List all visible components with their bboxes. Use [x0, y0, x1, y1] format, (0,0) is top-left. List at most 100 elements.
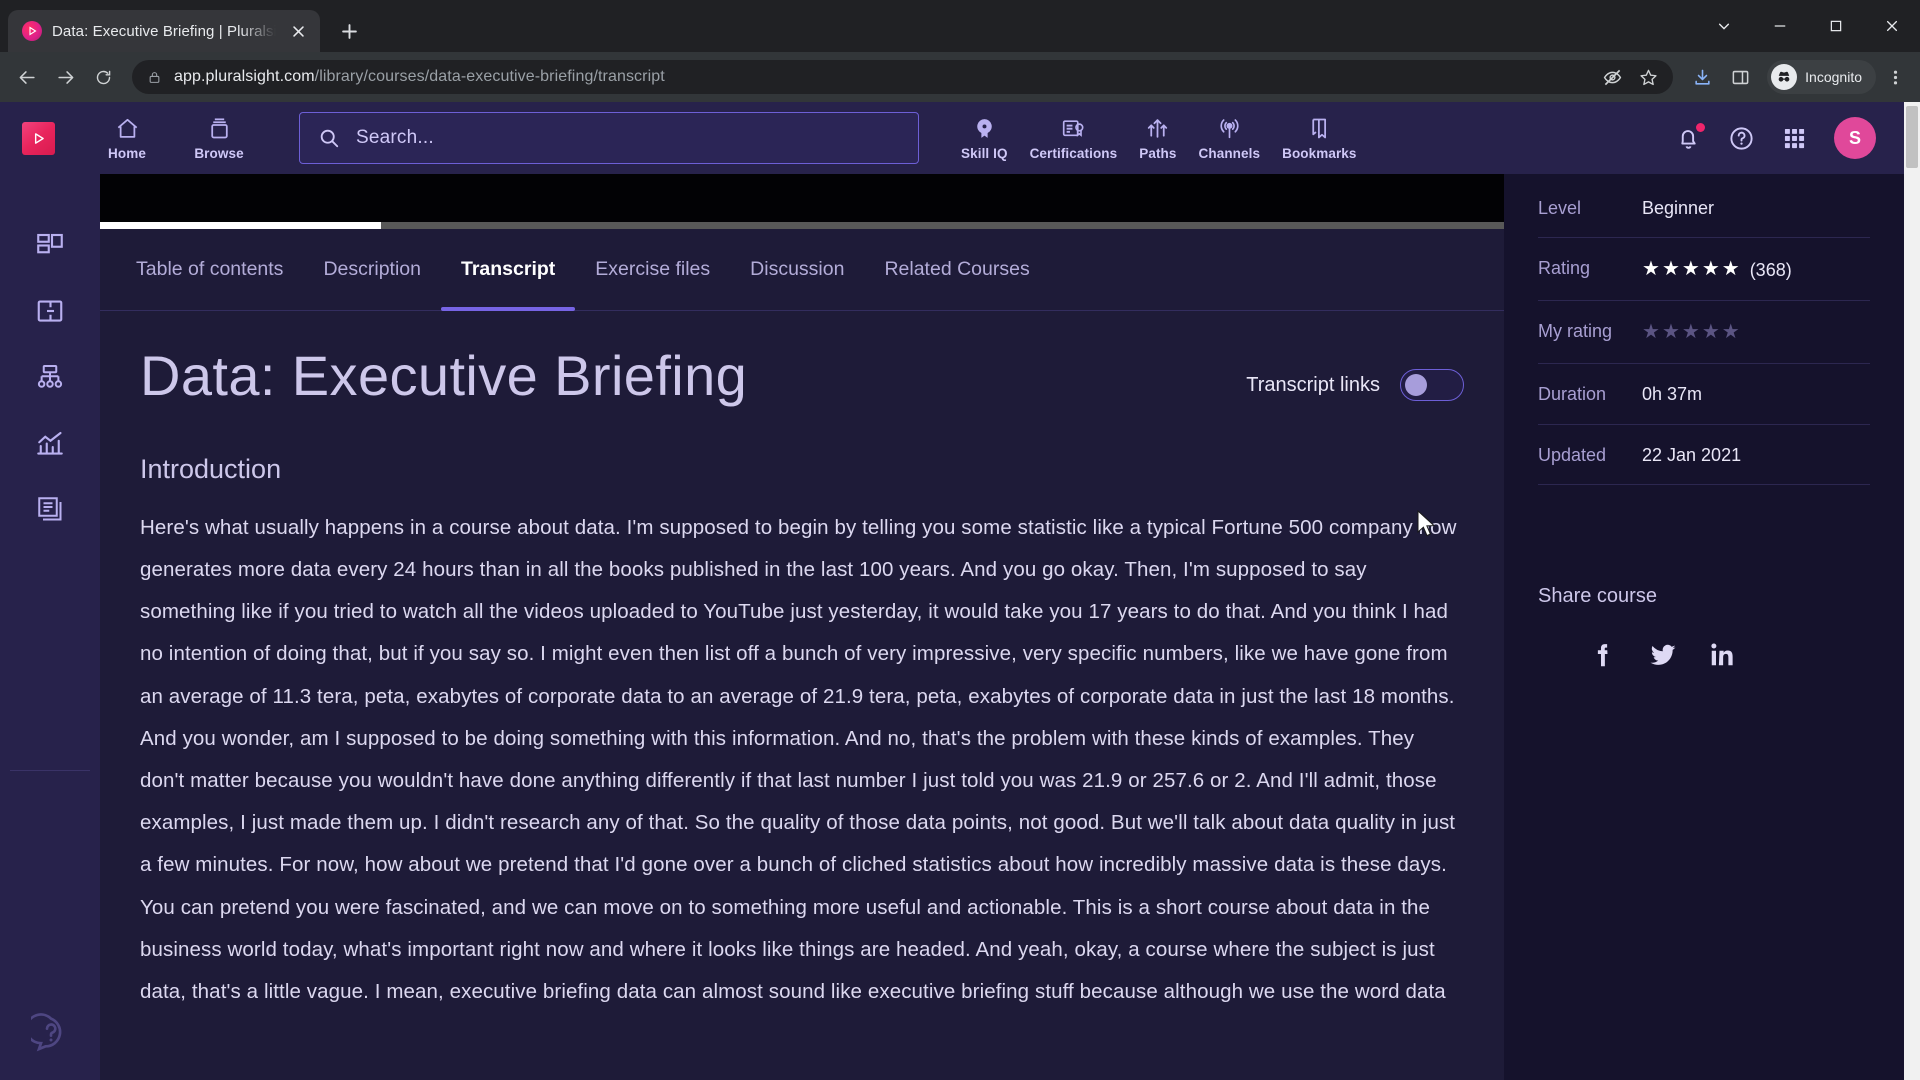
- browser-menu-icon[interactable]: [1880, 60, 1910, 94]
- facebook-icon[interactable]: [1588, 640, 1618, 670]
- title-row: Data: Executive Briefing Transcript link…: [140, 311, 1464, 408]
- rail-divider: [10, 770, 90, 771]
- search-placeholder: Search...: [356, 127, 434, 148]
- browser-tab-title: Data: Executive Briefing | Pluralsight: [52, 22, 276, 40]
- nav-item-home-label: Home: [108, 146, 146, 161]
- meta-key-updated: Updated: [1538, 444, 1607, 465]
- certifications-icon: [1061, 115, 1086, 141]
- tab-transcript[interactable]: Transcript: [440, 229, 576, 311]
- tab-strip: Data: Executive Briefing | Pluralsight: [0, 0, 1920, 52]
- pluralsight-favicon: [22, 21, 42, 41]
- browser-tab[interactable]: Data: Executive Briefing | Pluralsight: [8, 10, 320, 52]
- skill-iq-icon: [972, 115, 997, 141]
- nav-item-home[interactable]: Home: [83, 115, 171, 161]
- transcript-links-toggle[interactable]: [1400, 369, 1464, 401]
- transcript-scroll-area[interactable]: Data: Executive Briefing Transcript link…: [100, 311, 1504, 1080]
- video-player[interactable]: [100, 174, 1504, 229]
- rating-stars: ★ ★ ★ ★ ★ (368): [1642, 256, 1792, 283]
- url-path: /library/courses/data-executive-briefing…: [314, 68, 665, 85]
- omnibox-actions: [1595, 60, 1665, 94]
- dashboard-icon[interactable]: [35, 230, 65, 260]
- tab-description[interactable]: Description: [303, 229, 441, 310]
- transcript-links-label: Transcript links: [1246, 373, 1380, 396]
- window-controls: [1696, 0, 1920, 52]
- meta-value-duration: 0h 37m: [1642, 384, 1703, 405]
- nav-item-bookmarks[interactable]: Bookmarks: [1282, 115, 1356, 161]
- nav-item-paths[interactable]: Paths: [1139, 115, 1176, 161]
- nav-item-skill-iq-label: Skill IQ: [961, 146, 1008, 161]
- notification-badge: [1696, 122, 1705, 132]
- back-icon[interactable]: [10, 60, 44, 94]
- grid-apps-icon[interactable]: [1781, 125, 1808, 152]
- library-icon[interactable]: [35, 494, 65, 524]
- tab-discussion[interactable]: Discussion: [730, 229, 864, 310]
- help-circle-icon[interactable]: [1728, 125, 1755, 152]
- tracking-protection-icon[interactable]: [1595, 60, 1629, 94]
- analytics-icon[interactable]: [35, 428, 65, 458]
- browser-toolbar: app.pluralsight.com/library/courses/data…: [0, 52, 1920, 102]
- nav-item-bookmarks-label: Bookmarks: [1282, 146, 1357, 161]
- video-progress-track[interactable]: [100, 222, 1504, 229]
- star-icon[interactable]: ★: [1662, 319, 1680, 346]
- star-icon[interactable]: ★: [1682, 319, 1700, 346]
- toggle-knob: [1405, 374, 1427, 396]
- close-window-icon[interactable]: [1864, 0, 1920, 52]
- nav-item-channels[interactable]: Channels: [1199, 115, 1261, 161]
- rating-count: (368): [1749, 259, 1792, 280]
- forward-icon[interactable]: [48, 60, 82, 94]
- meta-value-level: Beginner: [1642, 198, 1715, 218]
- close-icon[interactable]: [286, 19, 310, 43]
- page-scrollbar[interactable]: [1904, 102, 1920, 1080]
- bookmark-star-icon[interactable]: [1631, 60, 1665, 94]
- nav-item-certifications[interactable]: Certifications: [1030, 115, 1118, 161]
- star-icon[interactable]: ★: [1642, 319, 1660, 346]
- section-heading: Introduction: [140, 453, 282, 484]
- pluralsight-logo-icon[interactable]: [22, 121, 55, 155]
- page-title: Data: Executive Briefing: [140, 344, 748, 407]
- meta-row: Updated 22 Jan 2021: [1538, 425, 1870, 485]
- tab-table-of-contents[interactable]: Table of contents: [116, 229, 303, 310]
- star-icon: ★: [1661, 258, 1680, 281]
- tab-related-courses[interactable]: Related Courses: [864, 229, 1049, 310]
- search-input[interactable]: Search...: [299, 112, 919, 164]
- avatar[interactable]: S: [1834, 117, 1876, 159]
- nav-item-paths-label: Paths: [1139, 146, 1177, 161]
- maximize-icon[interactable]: [1808, 0, 1864, 52]
- meta-key-level: Level: [1538, 198, 1582, 218]
- incognito-icon: [1771, 64, 1798, 90]
- linkedin-icon[interactable]: [1708, 640, 1738, 670]
- star-icon: ★: [1681, 258, 1700, 281]
- downloads-icon[interactable]: [1685, 60, 1719, 94]
- minimize-icon[interactable]: [1752, 0, 1808, 52]
- address-bar[interactable]: app.pluralsight.com/library/courses/data…: [132, 60, 1674, 94]
- meta-value-my-rating[interactable]: ★ ★ ★ ★ ★: [1642, 319, 1740, 346]
- lock-icon: [148, 71, 162, 84]
- star-icon[interactable]: ★: [1702, 319, 1720, 346]
- meta-key-my-rating: My rating: [1538, 321, 1613, 342]
- search-icon: [318, 127, 340, 149]
- org-chart-icon[interactable]: [35, 362, 65, 392]
- scrollbar-thumb[interactable]: [1906, 106, 1918, 168]
- transcript-paragraph: Here's what usually happens in a course …: [140, 515, 1457, 1004]
- incognito-profile-button[interactable]: Incognito: [1767, 60, 1876, 94]
- twitter-icon[interactable]: [1648, 640, 1678, 670]
- new-tab-button[interactable]: [332, 14, 366, 48]
- bell-icon[interactable]: [1675, 122, 1705, 152]
- nav-item-skill-iq[interactable]: Skill IQ: [961, 115, 1008, 161]
- side-panel-icon[interactable]: [1723, 60, 1757, 94]
- channels-icon: [1217, 115, 1242, 141]
- star-icon: ★: [1642, 258, 1660, 281]
- nav-item-browse[interactable]: Browse: [175, 115, 263, 161]
- tab-exercise-files[interactable]: Exercise files: [575, 229, 730, 310]
- flashcard-icon[interactable]: [35, 296, 65, 326]
- browse-icon: [207, 115, 232, 141]
- reload-icon[interactable]: [86, 60, 120, 94]
- chevron-down-icon[interactable]: [1696, 0, 1752, 52]
- main-column: Table of contents Description Transcript…: [100, 174, 1504, 1080]
- star-icon[interactable]: ★: [1722, 319, 1740, 346]
- star-icon: ★: [1721, 258, 1740, 281]
- course-tabs: Table of contents Description Transcript…: [100, 229, 1504, 311]
- share-icons: [1538, 640, 1870, 670]
- help-chat-icon[interactable]: [30, 1012, 72, 1054]
- my-rating-stars[interactable]: ★ ★ ★ ★ ★: [1642, 319, 1740, 346]
